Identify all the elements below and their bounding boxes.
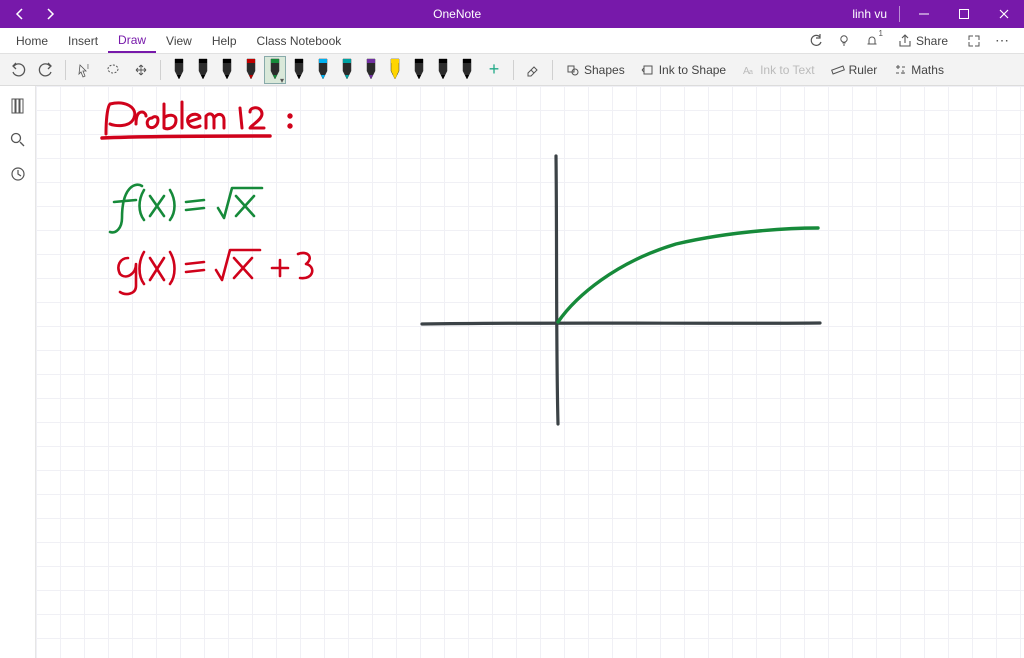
pen-4[interactable]: ▾	[264, 56, 286, 84]
shapes-label: Shapes	[584, 63, 625, 77]
eraser-button[interactable]	[521, 58, 545, 82]
menu-insert[interactable]: Insert	[58, 28, 108, 53]
menu-help[interactable]: Help	[202, 28, 247, 53]
ink-eq1	[110, 185, 262, 233]
sync-icon[interactable]	[808, 33, 824, 49]
ink-to-shape-button[interactable]: Ink to Shape	[635, 58, 732, 82]
pen-11[interactable]	[432, 56, 454, 84]
user-name[interactable]: linh vu	[844, 7, 895, 21]
draw-toolbar: I ▾ + Shapes Ink to Shape Aa Ink to Text…	[0, 54, 1024, 86]
ink-title	[102, 102, 291, 138]
ruler-button[interactable]: Ruler	[825, 58, 884, 82]
pen-5[interactable]	[288, 56, 310, 84]
maximize-button[interactable]	[944, 0, 984, 28]
title-bar: OneNote linh vu	[0, 0, 1024, 28]
share-label: Share	[916, 34, 948, 48]
type-cursor-button[interactable]: I	[73, 58, 97, 82]
more-icon[interactable]: ⋯	[994, 33, 1010, 49]
pen-8[interactable]	[360, 56, 382, 84]
ink-eq2	[118, 250, 312, 294]
pen-9[interactable]	[384, 56, 406, 84]
notebooks-icon[interactable]	[6, 94, 30, 118]
pen-6[interactable]	[312, 56, 334, 84]
svg-text:a: a	[749, 69, 753, 76]
app-title: OneNote	[70, 7, 844, 21]
pen-gallery: ▾	[168, 56, 478, 84]
menu-draw[interactable]: Draw	[108, 28, 156, 53]
pen-10[interactable]	[408, 56, 430, 84]
ink-curve	[558, 228, 818, 322]
nav-back-button[interactable]	[8, 2, 32, 26]
add-pen-button[interactable]: +	[482, 58, 506, 82]
redo-button[interactable]	[34, 58, 58, 82]
pen-1[interactable]	[192, 56, 214, 84]
shapes-button[interactable]: Shapes	[560, 58, 631, 82]
ink-to-text-button: Aa Ink to Text	[736, 58, 820, 82]
undo-button[interactable]	[6, 58, 30, 82]
close-button[interactable]	[984, 0, 1024, 28]
pen-7[interactable]	[336, 56, 358, 84]
pen-3[interactable]	[240, 56, 262, 84]
pen-0[interactable]	[168, 56, 190, 84]
lightbulb-icon[interactable]	[836, 33, 852, 49]
content-area	[0, 86, 1024, 658]
ink-to-shape-label: Ink to Shape	[659, 63, 726, 77]
fullscreen-icon[interactable]	[966, 33, 982, 49]
menu-home[interactable]: Home	[6, 28, 58, 53]
quick-bar	[0, 86, 36, 658]
maths-label: Maths	[911, 63, 944, 77]
ink-axes	[422, 156, 820, 424]
ruler-label: Ruler	[849, 63, 878, 77]
titlebar-separator	[899, 6, 900, 22]
pen-dropdown-icon[interactable]: ▾	[280, 76, 284, 85]
menu-class-notebook[interactable]: Class Notebook	[247, 28, 352, 53]
lasso-button[interactable]	[101, 58, 125, 82]
pen-2[interactable]	[216, 56, 238, 84]
ink-layer	[36, 86, 1024, 658]
menu-bar: Home Insert Draw View Help Class Noteboo…	[0, 28, 1024, 54]
maths-button[interactable]: Maths	[887, 58, 950, 82]
ink-to-text-label: Ink to Text	[760, 63, 814, 77]
search-icon[interactable]	[6, 128, 30, 152]
minimize-button[interactable]	[904, 0, 944, 28]
recent-icon[interactable]	[6, 162, 30, 186]
notification-icon[interactable]: 1	[864, 33, 880, 49]
share-button[interactable]: Share	[892, 29, 954, 53]
svg-text:I: I	[87, 64, 89, 71]
nav-forward-button[interactable]	[38, 2, 62, 26]
pen-12[interactable]	[456, 56, 478, 84]
pan-button[interactable]	[129, 58, 153, 82]
canvas[interactable]	[36, 86, 1024, 658]
menu-view[interactable]: View	[156, 28, 202, 53]
